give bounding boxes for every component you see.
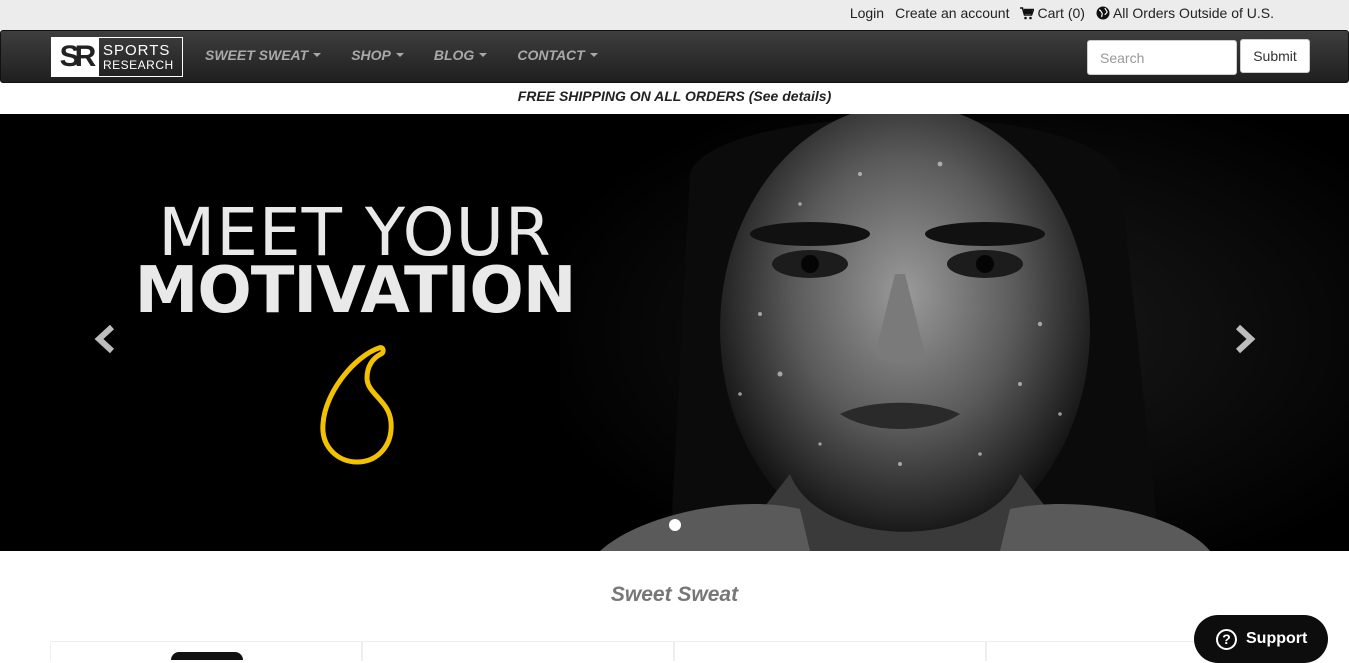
caret-down-icon — [589, 53, 598, 57]
nav-item-contact[interactable]: CONTACT — [517, 47, 598, 63]
login-link[interactable]: Login — [850, 5, 884, 21]
carousel-indicator-active[interactable] — [669, 519, 681, 531]
sweat-drop-icon — [320, 345, 394, 465]
logo-mark: SR — [52, 38, 99, 76]
caret-down-icon — [479, 53, 488, 57]
nav-item-blog[interactable]: BLOG — [434, 47, 488, 63]
free-shipping-banner: FREE SHIPPING ON ALL ORDERS (See details… — [0, 88, 1349, 104]
nav-item-sweet-sweat[interactable]: SWEET SWEAT — [205, 47, 322, 63]
hero-athlete-image — [560, 114, 1349, 551]
logo-wordmark: SPORTS RESEARCH — [103, 41, 174, 72]
search-submit-button[interactable]: Submit — [1240, 39, 1310, 73]
hero-carousel: MEET YOUR MOTIVATION — [0, 114, 1349, 551]
cart-icon — [1020, 6, 1035, 19]
globe-icon — [1096, 6, 1110, 20]
help-icon: ? — [1216, 628, 1237, 650]
international-orders-label: All Orders Outside of U.S. — [1112, 5, 1274, 21]
create-account-link[interactable]: Create an account — [895, 5, 1009, 21]
see-details-link[interactable]: (See details) — [749, 88, 831, 104]
carousel-next-icon[interactable] — [1232, 324, 1258, 354]
search-input[interactable] — [1087, 40, 1237, 75]
utility-bar: Login Create an account Cart (0) All Ord… — [0, 0, 1349, 30]
product-card[interactable] — [674, 641, 986, 661]
product-grid — [50, 641, 1300, 661]
main-navbar: SR SPORTS RESEARCH SWEET SWEAT SHOP BLOG… — [0, 30, 1349, 83]
product-card[interactable] — [50, 641, 362, 661]
hero-headline-line2: MOTIVATION — [134, 254, 577, 328]
caret-down-icon — [395, 53, 404, 57]
caret-down-icon — [313, 53, 322, 57]
utility-links: Login Create an account Cart (0) All Ord… — [839, 5, 1274, 21]
support-button[interactable]: ? Support — [1194, 615, 1328, 663]
nav-item-shop[interactable]: SHOP — [351, 47, 404, 63]
product-card[interactable] — [362, 641, 674, 661]
product-image — [171, 652, 243, 660]
cart-link[interactable]: Cart (0) — [1020, 5, 1085, 21]
sports-research-logo[interactable]: SR SPORTS RESEARCH — [51, 37, 183, 77]
section-title: Sweet Sweat — [610, 583, 739, 606]
free-shipping-text: FREE SHIPPING ON ALL ORDERS — [517, 88, 745, 104]
cart-label: Cart (0) — [1037, 5, 1085, 21]
international-orders-link[interactable]: All Orders Outside of U.S. — [1096, 5, 1274, 21]
nav-menu: SWEET SWEAT SHOP BLOG CONTACT — [205, 47, 628, 63]
carousel-prev-icon[interactable] — [92, 324, 118, 354]
support-label: Support — [1246, 630, 1308, 647]
